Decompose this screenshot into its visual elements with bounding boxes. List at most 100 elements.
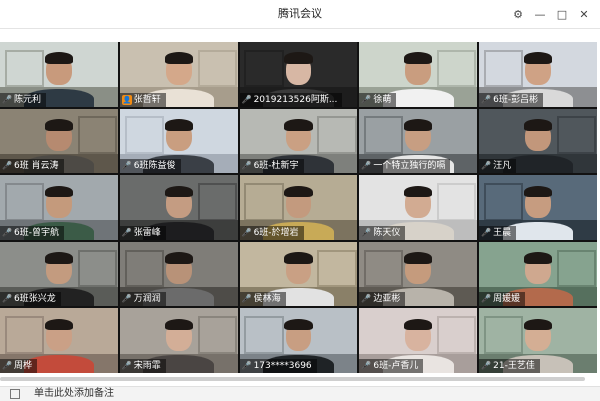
scrollbar-thumb[interactable] bbox=[0, 377, 585, 381]
person-hair bbox=[44, 52, 74, 64]
participant-video-tile[interactable]: 🎤 6班-彭吕彬 bbox=[479, 42, 597, 107]
add-note-label[interactable]: 单击此处添加备注 bbox=[34, 388, 114, 400]
participant-video-tile[interactable]: 🎤 徐萌 bbox=[359, 42, 478, 107]
person-hair bbox=[164, 185, 193, 198]
person-hair bbox=[284, 252, 313, 264]
person-hair bbox=[284, 185, 313, 198]
participant-name: 陈天仪 bbox=[373, 227, 401, 238]
participant-name-tag: 🎤 陈元利 bbox=[0, 92, 46, 107]
background-shelf bbox=[244, 182, 284, 221]
participant-video-tile[interactable]: 🎤 6班-曾宇航 bbox=[0, 175, 118, 240]
participant-name: 6班-彭吕彬 bbox=[493, 94, 539, 105]
background-shelf bbox=[483, 49, 524, 88]
participant-video-tile[interactable]: 🎤 周媛媛 bbox=[479, 241, 597, 307]
microphone-icon: 🎤 bbox=[481, 161, 492, 171]
background-shelf bbox=[4, 49, 45, 88]
person-hair bbox=[164, 252, 193, 264]
background-shelf bbox=[437, 316, 477, 354]
participant-video-tile[interactable]: 🎤 21-王艺佳 bbox=[479, 308, 597, 373]
participant-name: 6班陈益俊 bbox=[133, 161, 176, 172]
participant-video-tile[interactable]: 🎤 6班-於增岩 bbox=[239, 175, 358, 240]
microphone-icon: 🎤 bbox=[361, 161, 372, 171]
background-shelf bbox=[317, 249, 357, 288]
participant-video-tile[interactable]: 🎤 6班-卢香儿 bbox=[359, 308, 478, 373]
participant-name: 6班-杜新宇 bbox=[253, 161, 299, 172]
participant-video-tile[interactable]: 🎤 6班 肖云涛 bbox=[0, 108, 118, 174]
participant-video-tile[interactable]: 👤 张哲轩 bbox=[119, 42, 238, 107]
participant-name-tag: 🎤 6班张兴龙 bbox=[0, 292, 61, 307]
participant-name: 2019213526阿斯... bbox=[253, 94, 338, 105]
background-shelf bbox=[556, 116, 597, 154]
person-hair bbox=[404, 185, 433, 198]
microphone-icon: 🎤 bbox=[241, 161, 252, 171]
person-hair bbox=[164, 118, 193, 131]
participant-video-tile[interactable]: 🎤 周桦 bbox=[0, 308, 118, 373]
participant-name: 6班-卢香儿 bbox=[373, 360, 419, 371]
participant-video-tile[interactable]: 🎤 6班陈益俊 bbox=[119, 108, 238, 174]
microphone-icon: 🎤 bbox=[241, 294, 252, 304]
person-hair bbox=[44, 185, 74, 198]
participant-name: 陈元利 bbox=[13, 94, 41, 105]
microphone-icon: 🎤 bbox=[121, 360, 132, 370]
participant-name-tag: 🎤 6班-彭吕彬 bbox=[479, 92, 544, 107]
background-shelf bbox=[364, 249, 404, 288]
microphone-icon: 🎤 bbox=[481, 94, 492, 104]
participant-video-tile[interactable]: 🎤 一个特立独行的嗝 bbox=[359, 108, 478, 174]
notes-bar[interactable]: 单击此处添加备注 bbox=[0, 386, 600, 401]
participant-video-tile[interactable]: 🎤 万润润 bbox=[119, 241, 238, 307]
background-shelf bbox=[124, 249, 164, 288]
participant-video-tile[interactable]: 🎤 汪凡 bbox=[479, 108, 597, 174]
window-controls: ⚙ — □ ✕ bbox=[508, 0, 594, 28]
microphone-icon: 🎤 bbox=[241, 360, 252, 370]
background-shelf bbox=[197, 182, 237, 221]
participant-video-tile[interactable]: 🎤 侯林海 bbox=[239, 241, 358, 307]
participant-name: 宋雨霏 bbox=[133, 360, 161, 371]
microphone-icon: 🎤 bbox=[2, 94, 12, 104]
microphone-icon: 🎤 bbox=[121, 161, 132, 171]
participant-name-tag: 🎤 6班-杜新宇 bbox=[239, 159, 304, 174]
participant-video-tile[interactable]: 🎤 6班-杜新宇 bbox=[239, 108, 358, 174]
participant-name-tag: 🎤 周桦 bbox=[0, 358, 37, 373]
participant-video-tile[interactable]: 🎤 陈天仪 bbox=[359, 175, 478, 240]
participant-name-tag: 🎤 21-王艺佳 bbox=[479, 358, 540, 373]
person-hair bbox=[523, 318, 553, 331]
participant-video-tile[interactable]: 🎤 边亚彬 bbox=[359, 241, 478, 307]
participant-video-tile[interactable]: 🎤 张雷峰 bbox=[119, 175, 238, 240]
participant-name-tag: 🎤 6班-曾宇航 bbox=[0, 225, 64, 240]
participant-name-tag: 🎤 边亚彬 bbox=[359, 292, 406, 307]
minimize-button[interactable]: — bbox=[530, 4, 550, 24]
participant-video-tile[interactable]: 🎤 王晨 bbox=[479, 175, 597, 240]
participant-video-tile[interactable]: 🎤 2019213526阿斯... bbox=[239, 42, 358, 107]
participant-name-tag: 🎤 2019213526阿斯... bbox=[239, 92, 343, 107]
participant-video-tile[interactable]: 🎤 6班张兴龙 bbox=[0, 241, 118, 307]
participant-name: 王晨 bbox=[493, 227, 512, 238]
participant-name: 徐萌 bbox=[373, 94, 392, 105]
person-hair bbox=[284, 318, 313, 331]
host-icon: 👤 bbox=[121, 94, 132, 105]
participant-name: 侯林海 bbox=[253, 294, 281, 305]
microphone-icon: 🎤 bbox=[2, 360, 12, 370]
person-hair bbox=[404, 318, 433, 331]
maximize-button[interactable]: □ bbox=[552, 4, 572, 24]
participant-video-tile[interactable]: 🎤 陈元利 bbox=[0, 42, 118, 107]
person-hair bbox=[44, 252, 74, 264]
person-hair bbox=[404, 118, 433, 131]
microphone-icon: 🎤 bbox=[241, 94, 252, 104]
close-button[interactable]: ✕ bbox=[574, 4, 594, 24]
participant-name: 万润润 bbox=[133, 294, 161, 305]
background-shelf bbox=[77, 249, 118, 288]
settings-icon[interactable]: ⚙ bbox=[508, 4, 528, 24]
participant-name: 6班-曾宇航 bbox=[13, 227, 59, 238]
person-hair bbox=[44, 318, 74, 331]
participant-name: 21-王艺佳 bbox=[493, 360, 535, 371]
person-hair bbox=[523, 185, 553, 198]
microphone-icon: 🎤 bbox=[2, 294, 12, 304]
participant-video-tile[interactable]: 🎤 173****3696 bbox=[239, 308, 358, 373]
person-hair bbox=[284, 52, 313, 64]
background-shelf bbox=[244, 49, 284, 88]
person-hair bbox=[523, 252, 553, 264]
background-shelf bbox=[4, 316, 45, 354]
horizontal-scrollbar[interactable] bbox=[0, 376, 597, 382]
background-shelf bbox=[437, 49, 477, 88]
participant-video-tile[interactable]: 🎤 宋雨霏 bbox=[119, 308, 238, 373]
